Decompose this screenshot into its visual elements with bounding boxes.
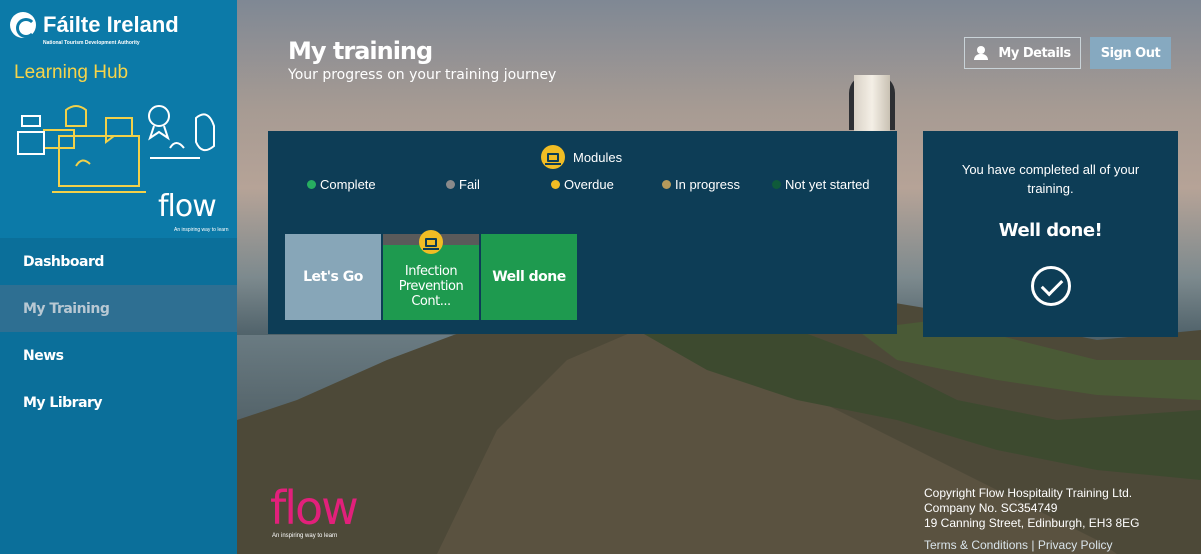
legend-label: Complete [320, 177, 376, 192]
flow-tagline-footer: An inspiring way to learn [272, 533, 338, 539]
sidebar-nav: Dashboard My Training News My Library [0, 238, 237, 426]
well-done-heading: Well done! [998, 220, 1103, 241]
learning-hub-title: Learning Hub [14, 62, 129, 83]
module-tiles: Let's Go Infection Prevention Cont... We… [285, 230, 579, 320]
terms-link[interactable]: Terms & Conditions [924, 538, 1028, 552]
laptop-icon [541, 145, 565, 169]
flow-tagline-sidebar: An inspiring way to learn [174, 227, 229, 233]
completion-card: You have completed all of your training.… [923, 131, 1178, 337]
footer-links: Terms & Conditions | Privacy Policy [924, 538, 1113, 552]
sign-out-button[interactable]: Sign Out [1090, 37, 1171, 69]
flow-logo-sidebar: flow [158, 189, 217, 224]
completion-message: You have completed all of your training. [961, 162, 1140, 196]
overdue-dot-icon [551, 180, 560, 189]
page-subtitle: Your progress on your training journey [288, 67, 557, 83]
brand-logo[interactable]: Fáilte Ireland [10, 12, 179, 38]
legend-fail: Fail [446, 177, 480, 192]
sidebar: Fáilte Ireland National Tourism Developm… [0, 0, 237, 554]
tile-label: Infection Prevention Cont... [398, 263, 464, 309]
legend-label: Not yet started [785, 177, 870, 192]
modules-header: Modules [541, 145, 622, 169]
my-details-label: My Details [998, 45, 1071, 61]
well-done-tile[interactable]: Well done [481, 234, 577, 320]
infection-prevention-tile[interactable]: Infection Prevention Cont... [383, 230, 479, 320]
company-address: 19 Canning Street, Edinburgh, EH3 8EG [924, 516, 1140, 530]
modules-title: Modules [573, 149, 623, 165]
sidebar-item-news[interactable]: News [0, 332, 237, 379]
copyright-text: Copyright Flow Hospitality Training Ltd. [924, 486, 1133, 500]
sidebar-item-my-training[interactable]: My Training [0, 285, 237, 332]
brand-tagline: National Tourism Development Authority [43, 40, 140, 46]
laptop-icon [419, 230, 443, 254]
check-circle-icon [1031, 266, 1071, 306]
fail-dot-icon [446, 180, 455, 189]
legend-in-progress: In progress [662, 177, 740, 192]
complete-dot-icon [307, 180, 316, 189]
legend-not-started: Not yet started [772, 177, 870, 192]
sidebar-item-my-library[interactable]: My Library [0, 379, 237, 426]
footer-separator: | [1031, 538, 1035, 552]
page-title: My training [288, 37, 433, 65]
legend-label: In progress [675, 177, 741, 192]
in-progress-dot-icon [662, 180, 671, 189]
sidebar-item-dashboard[interactable]: Dashboard [0, 238, 237, 285]
legend-overdue: Overdue [551, 177, 614, 192]
brand-name: Fáilte Ireland [43, 12, 179, 37]
sidebar-header: Fáilte Ireland National Tourism Developm… [0, 0, 237, 238]
user-icon [974, 46, 989, 60]
failte-ireland-logo-icon [10, 12, 36, 38]
privacy-link[interactable]: Privacy Policy [1038, 538, 1113, 552]
company-number: Company No. SC354749 [924, 501, 1058, 515]
legend-complete: Complete [307, 177, 376, 192]
lets-go-tile[interactable]: Let's Go [285, 234, 381, 320]
flow-logo-footer: flow [270, 481, 359, 535]
my-details-button[interactable]: My Details [964, 37, 1081, 69]
legend-label: Overdue [564, 177, 614, 192]
legend-label: Fail [459, 177, 480, 192]
copyright-block: Copyright Flow Hospitality Training Ltd.… [924, 486, 1139, 531]
not-started-dot-icon [772, 180, 781, 189]
